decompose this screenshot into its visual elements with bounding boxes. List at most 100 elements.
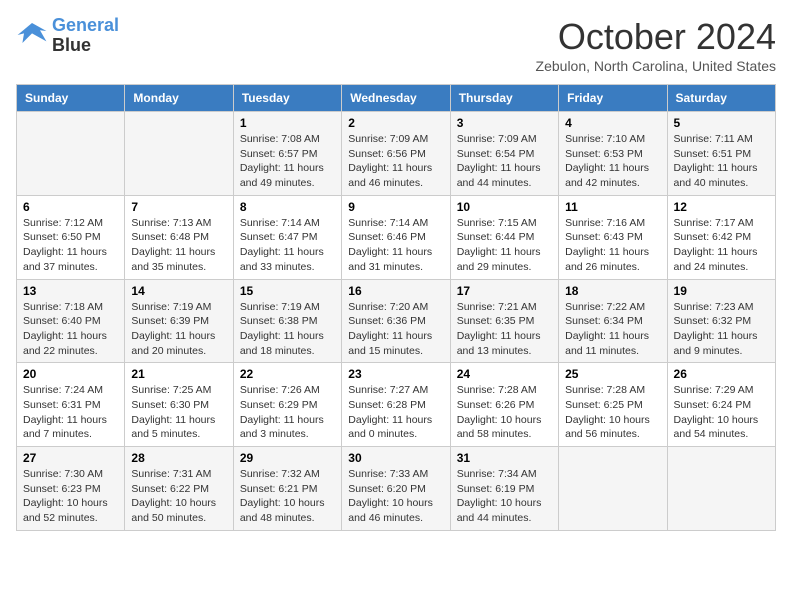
day-number: 10 (457, 200, 552, 214)
calendar-cell: 21 Sunrise: 7:25 AM Sunset: 6:30 PM Dayli… (125, 363, 233, 447)
day-number: 17 (457, 284, 552, 298)
calendar-cell (17, 112, 125, 196)
day-info: Sunrise: 7:23 AM Sunset: 6:32 PM Dayligh… (674, 300, 769, 359)
calendar-day-header: Monday (125, 85, 233, 112)
calendar-week-row: 1 Sunrise: 7:08 AM Sunset: 6:57 PM Daylig… (17, 112, 776, 196)
calendar-cell: 4Sunrise: 7:10 AM Sunset: 6:53 PM Daylig… (559, 112, 667, 196)
calendar-cell: 23 Sunrise: 7:27 AM Sunset: 6:28 PM Dayli… (342, 363, 450, 447)
day-number: 20 (23, 367, 118, 381)
day-info: Sunrise: 7:09 AM Sunset: 6:54 PM Dayligh… (457, 132, 552, 191)
calendar-day-header: Friday (559, 85, 667, 112)
day-number: 30 (348, 451, 443, 465)
day-info: Sunrise: 7:30 AM Sunset: 6:23 PM Dayligh… (23, 467, 118, 526)
day-info: Sunrise: 7:32 AM Sunset: 6:21 PM Dayligh… (240, 467, 335, 526)
day-number: 27 (23, 451, 118, 465)
day-number: 7 (131, 200, 226, 214)
day-number: 26 (674, 367, 769, 381)
page-header: General Blue October 2024 Zebulon, North… (16, 16, 776, 74)
day-info: Sunrise: 7:21 AM Sunset: 6:35 PM Dayligh… (457, 300, 552, 359)
day-number: 28 (131, 451, 226, 465)
calendar-cell: 20 Sunrise: 7:24 AM Sunset: 6:31 PM Dayli… (17, 363, 125, 447)
calendar-week-row: 20 Sunrise: 7:24 AM Sunset: 6:31 PM Dayli… (17, 363, 776, 447)
calendar-cell: 15Sunrise: 7:19 AM Sunset: 6:38 PM Dayli… (233, 279, 341, 363)
day-number: 16 (348, 284, 443, 298)
day-number: 14 (131, 284, 226, 298)
day-info: Sunrise: 7:33 AM Sunset: 6:20 PM Dayligh… (348, 467, 443, 526)
calendar-cell: 5 Sunrise: 7:11 AM Sunset: 6:51 PM Daylig… (667, 112, 775, 196)
day-number: 8 (240, 200, 335, 214)
day-number: 19 (674, 284, 769, 298)
calendar-cell: 13 Sunrise: 7:18 AM Sunset: 6:40 PM Dayli… (17, 279, 125, 363)
day-info: Sunrise: 7:25 AM Sunset: 6:30 PM Dayligh… (131, 383, 226, 442)
day-info: Sunrise: 7:18 AM Sunset: 6:40 PM Dayligh… (23, 300, 118, 359)
logo: General Blue (16, 16, 119, 56)
calendar-day-header: Sunday (17, 85, 125, 112)
calendar-cell: 29 Sunrise: 7:32 AM Sunset: 6:21 PM Dayli… (233, 447, 341, 531)
day-number: 24 (457, 367, 552, 381)
day-info: Sunrise: 7:28 AM Sunset: 6:26 PM Dayligh… (457, 383, 552, 442)
calendar-cell: 17 Sunrise: 7:21 AM Sunset: 6:35 PM Dayli… (450, 279, 558, 363)
day-info: Sunrise: 7:24 AM Sunset: 6:31 PM Dayligh… (23, 383, 118, 442)
day-info: Sunrise: 7:19 AM Sunset: 6:39 PM Dayligh… (131, 300, 226, 359)
day-info: Sunrise: 7:29 AM Sunset: 6:24 PM Dayligh… (674, 383, 769, 442)
day-number: 21 (131, 367, 226, 381)
calendar-cell: 22Sunrise: 7:26 AM Sunset: 6:29 PM Dayli… (233, 363, 341, 447)
calendar-cell: 8 Sunrise: 7:14 AM Sunset: 6:47 PM Daylig… (233, 195, 341, 279)
day-info: Sunrise: 7:16 AM Sunset: 6:43 PM Dayligh… (565, 216, 660, 275)
location: Zebulon, North Carolina, United States (536, 58, 776, 74)
day-number: 11 (565, 200, 660, 214)
calendar-cell: 2Sunrise: 7:09 AM Sunset: 6:56 PM Daylig… (342, 112, 450, 196)
day-number: 6 (23, 200, 118, 214)
calendar-cell: 24 Sunrise: 7:28 AM Sunset: 6:26 PM Dayli… (450, 363, 558, 447)
calendar-cell: 25 Sunrise: 7:28 AM Sunset: 6:25 PM Dayli… (559, 363, 667, 447)
day-info: Sunrise: 7:15 AM Sunset: 6:44 PM Dayligh… (457, 216, 552, 275)
day-number: 5 (674, 116, 769, 130)
calendar-cell: 9Sunrise: 7:14 AM Sunset: 6:46 PM Daylig… (342, 195, 450, 279)
day-info: Sunrise: 7:22 AM Sunset: 6:34 PM Dayligh… (565, 300, 660, 359)
calendar-cell: 19 Sunrise: 7:23 AM Sunset: 6:32 PM Dayli… (667, 279, 775, 363)
calendar-day-header: Tuesday (233, 85, 341, 112)
day-info: Sunrise: 7:20 AM Sunset: 6:36 PM Dayligh… (348, 300, 443, 359)
calendar-day-header: Wednesday (342, 85, 450, 112)
day-number: 18 (565, 284, 660, 298)
day-info: Sunrise: 7:28 AM Sunset: 6:25 PM Dayligh… (565, 383, 660, 442)
logo-icon (16, 19, 48, 47)
day-number: 29 (240, 451, 335, 465)
month-title: October 2024 (536, 16, 776, 58)
calendar-cell: 18 Sunrise: 7:22 AM Sunset: 6:34 PM Dayli… (559, 279, 667, 363)
calendar-table: SundayMondayTuesdayWednesdayThursdayFrid… (16, 84, 776, 531)
day-info: Sunrise: 7:11 AM Sunset: 6:51 PM Dayligh… (674, 132, 769, 191)
day-info: Sunrise: 7:08 AM Sunset: 6:57 PM Dayligh… (240, 132, 335, 191)
calendar-cell: 26 Sunrise: 7:29 AM Sunset: 6:24 PM Dayli… (667, 363, 775, 447)
day-number: 23 (348, 367, 443, 381)
calendar-cell (559, 447, 667, 531)
day-info: Sunrise: 7:09 AM Sunset: 6:56 PM Dayligh… (348, 132, 443, 191)
calendar-cell: 7Sunrise: 7:13 AM Sunset: 6:48 PM Daylig… (125, 195, 233, 279)
calendar-header-row: SundayMondayTuesdayWednesdayThursdayFrid… (17, 85, 776, 112)
day-number: 1 (240, 116, 335, 130)
calendar-week-row: 6Sunrise: 7:12 AM Sunset: 6:50 PM Daylig… (17, 195, 776, 279)
calendar-cell: 10 Sunrise: 7:15 AM Sunset: 6:44 PM Dayli… (450, 195, 558, 279)
day-info: Sunrise: 7:14 AM Sunset: 6:47 PM Dayligh… (240, 216, 335, 275)
calendar-cell: 27 Sunrise: 7:30 AM Sunset: 6:23 PM Dayli… (17, 447, 125, 531)
day-number: 15 (240, 284, 335, 298)
calendar-cell: 6Sunrise: 7:12 AM Sunset: 6:50 PM Daylig… (17, 195, 125, 279)
day-number: 12 (674, 200, 769, 214)
calendar-week-row: 27 Sunrise: 7:30 AM Sunset: 6:23 PM Dayli… (17, 447, 776, 531)
day-number: 25 (565, 367, 660, 381)
day-number: 22 (240, 367, 335, 381)
calendar-week-row: 13 Sunrise: 7:18 AM Sunset: 6:40 PM Dayli… (17, 279, 776, 363)
logo-text: General Blue (52, 16, 119, 56)
day-number: 4 (565, 116, 660, 130)
day-number: 13 (23, 284, 118, 298)
calendar-cell: 31Sunrise: 7:34 AM Sunset: 6:19 PM Dayli… (450, 447, 558, 531)
calendar-cell: 1 Sunrise: 7:08 AM Sunset: 6:57 PM Daylig… (233, 112, 341, 196)
day-number: 3 (457, 116, 552, 130)
day-number: 31 (457, 451, 552, 465)
calendar-day-header: Thursday (450, 85, 558, 112)
calendar-cell: 12Sunrise: 7:17 AM Sunset: 6:42 PM Dayli… (667, 195, 775, 279)
calendar-cell: 11 Sunrise: 7:16 AM Sunset: 6:43 PM Dayli… (559, 195, 667, 279)
day-info: Sunrise: 7:27 AM Sunset: 6:28 PM Dayligh… (348, 383, 443, 442)
calendar-cell: 16 Sunrise: 7:20 AM Sunset: 6:36 PM Dayli… (342, 279, 450, 363)
calendar-cell: 28Sunrise: 7:31 AM Sunset: 6:22 PM Dayli… (125, 447, 233, 531)
